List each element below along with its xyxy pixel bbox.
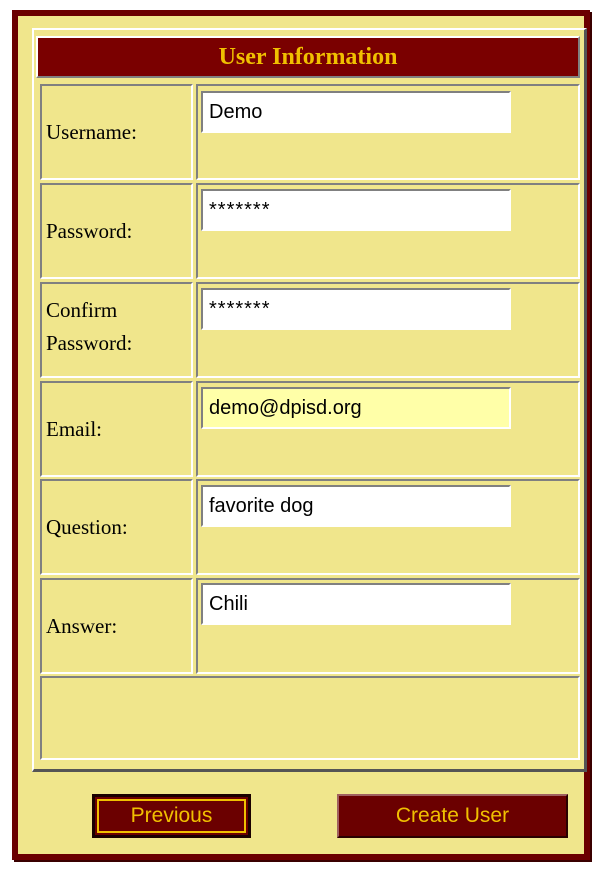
answer-label: Answer: — [40, 578, 193, 674]
username-input[interactable] — [201, 91, 511, 133]
previous-button-label: Previous — [130, 804, 213, 827]
create-user-button[interactable]: Create User — [337, 794, 568, 838]
empty-row — [40, 676, 580, 760]
question-input[interactable] — [201, 485, 511, 527]
confirm-password-input[interactable] — [201, 288, 511, 330]
create-user-button-label: Create User — [395, 804, 510, 827]
password-input[interactable] — [201, 189, 511, 231]
previous-button[interactable]: Previous — [92, 794, 251, 838]
form-title-bar: User Information — [36, 36, 580, 78]
username-label: Username: — [40, 84, 193, 180]
form-title: User Information — [218, 43, 398, 70]
answer-input[interactable] — [201, 583, 511, 625]
password-label: Password: — [40, 183, 193, 279]
question-label: Question: — [40, 479, 193, 575]
email-input[interactable] — [201, 387, 511, 429]
email-label: Email: — [40, 381, 193, 477]
confirm-password-label: Confirm Password: — [40, 282, 193, 378]
